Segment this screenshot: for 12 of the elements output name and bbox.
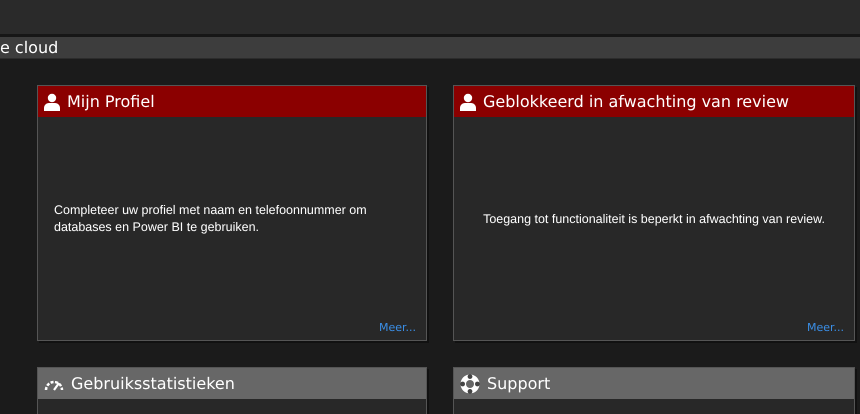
card-title: Gebruiksstatistieken [71, 374, 235, 393]
card-title: Mijn Profiel [67, 92, 155, 111]
card-title: Geblokkeerd in afwachting van review [483, 92, 789, 111]
user-icon [460, 92, 476, 110]
more-link[interactable]: Meer... [806, 321, 844, 334]
card-title: Support [487, 374, 550, 393]
card-text: Completeer uw profiel met naam en telefoonnummer om databases en Power BI te gebruiken. [54, 202, 368, 236]
lifebuoy-icon [460, 374, 480, 394]
more-link[interactable]: Meer... [378, 321, 416, 334]
user-icon [44, 92, 60, 110]
page-title: e cloud [0, 37, 58, 58]
card-text: Toegang tot functionaliteit is beperkt in afwachting van review. [483, 210, 825, 228]
